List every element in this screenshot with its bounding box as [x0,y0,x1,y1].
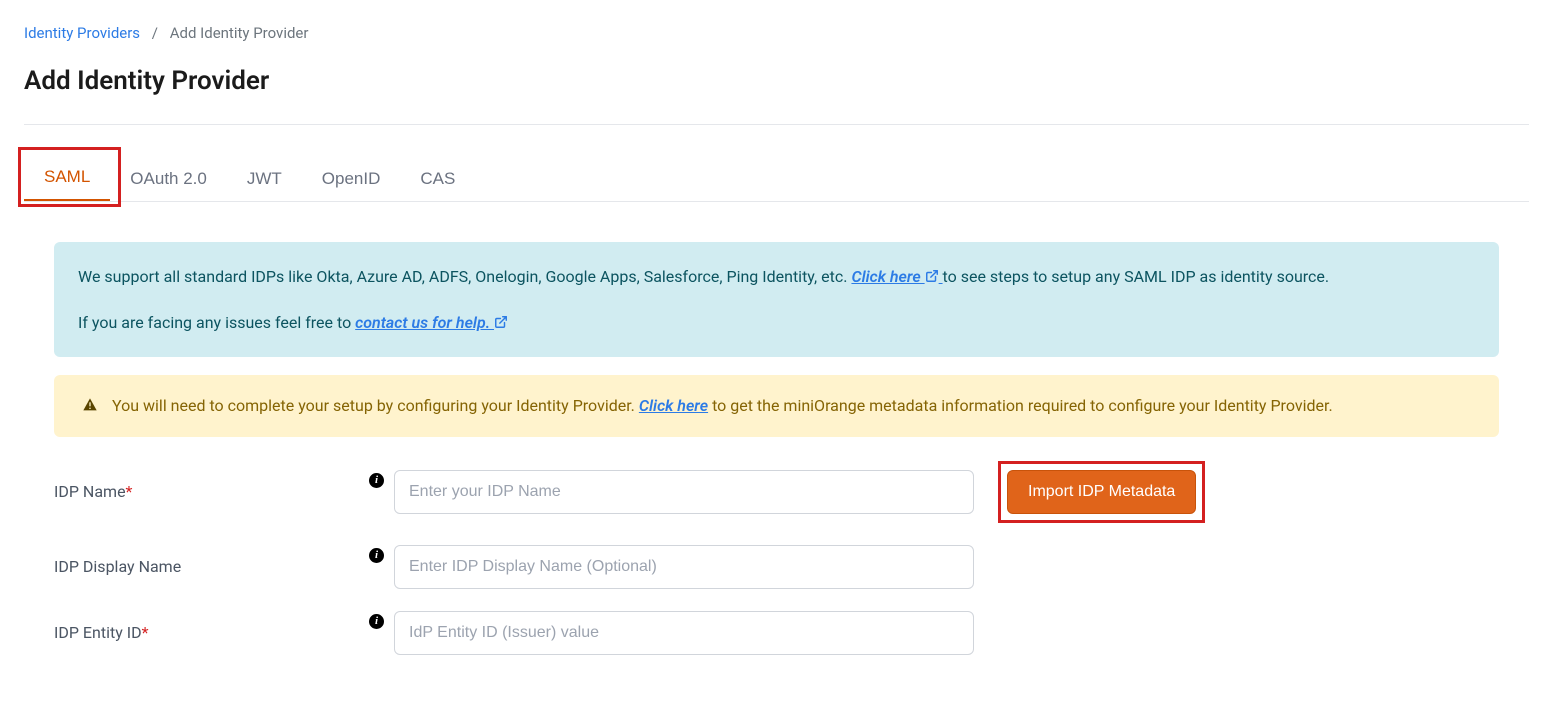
form-row-idp-entity: IDP Entity ID* i [54,611,1499,655]
tab-jwt[interactable]: JWT [227,157,302,201]
import-idp-metadata-button[interactable]: Import IDP Metadata [1007,470,1196,514]
breadcrumb-current: Add Identity Provider [170,24,309,42]
tab-oauth[interactable]: OAuth 2.0 [110,157,227,201]
form-row-idp-name: IDP Name* i Import IDP Metadata [54,461,1499,523]
form-row-idp-display: IDP Display Name i [54,545,1499,589]
warn-link-click-here[interactable]: Click here [639,396,708,415]
info-icon[interactable]: i [369,473,384,488]
breadcrumb: Identity Providers / Add Identity Provid… [24,24,1529,42]
divider [24,124,1529,125]
breadcrumb-root-link[interactable]: Identity Providers [24,24,140,42]
idp-entity-label: IDP Entity ID* i [54,623,394,642]
info-text-2a: If you are facing any issues feel free t… [78,313,355,332]
warning-icon [82,397,98,420]
required-asterisk: * [142,623,149,642]
warning-box: You will need to complete your setup by … [54,375,1499,437]
idp-display-name-input[interactable] [394,545,974,589]
page-title: Add Identity Provider [24,66,1529,96]
external-link-icon [494,315,508,329]
import-button-highlight: Import IDP Metadata [998,461,1205,523]
warn-text-b: to get the miniOrange metadata informati… [712,396,1333,415]
external-link-icon [925,269,939,283]
warn-text-a: You will need to complete your setup by … [112,396,639,415]
info-icon[interactable]: i [369,614,384,629]
info-text-1a: We support all standard IDPs like Okta, … [78,267,851,286]
idp-entity-id-input[interactable] [394,611,974,655]
breadcrumb-separator: / [152,24,158,42]
tabs: SAML OAuth 2.0 JWT OpenID CAS [24,155,1529,202]
tab-openid[interactable]: OpenID [302,157,401,201]
info-text-1b: to see steps to setup any SAML IDP as id… [943,267,1330,286]
info-box: We support all standard IDPs like Okta, … [54,242,1499,357]
info-icon[interactable]: i [369,548,384,563]
tab-cas[interactable]: CAS [400,157,475,201]
info-link-contact[interactable]: contact us for help. [355,313,508,332]
idp-display-label: IDP Display Name i [54,557,394,576]
required-asterisk: * [126,482,133,501]
info-link-click-here[interactable]: Click here [851,267,942,286]
idp-name-label: IDP Name* i [54,482,394,501]
tab-saml[interactable]: SAML [24,155,110,201]
idp-name-input[interactable] [394,470,974,514]
